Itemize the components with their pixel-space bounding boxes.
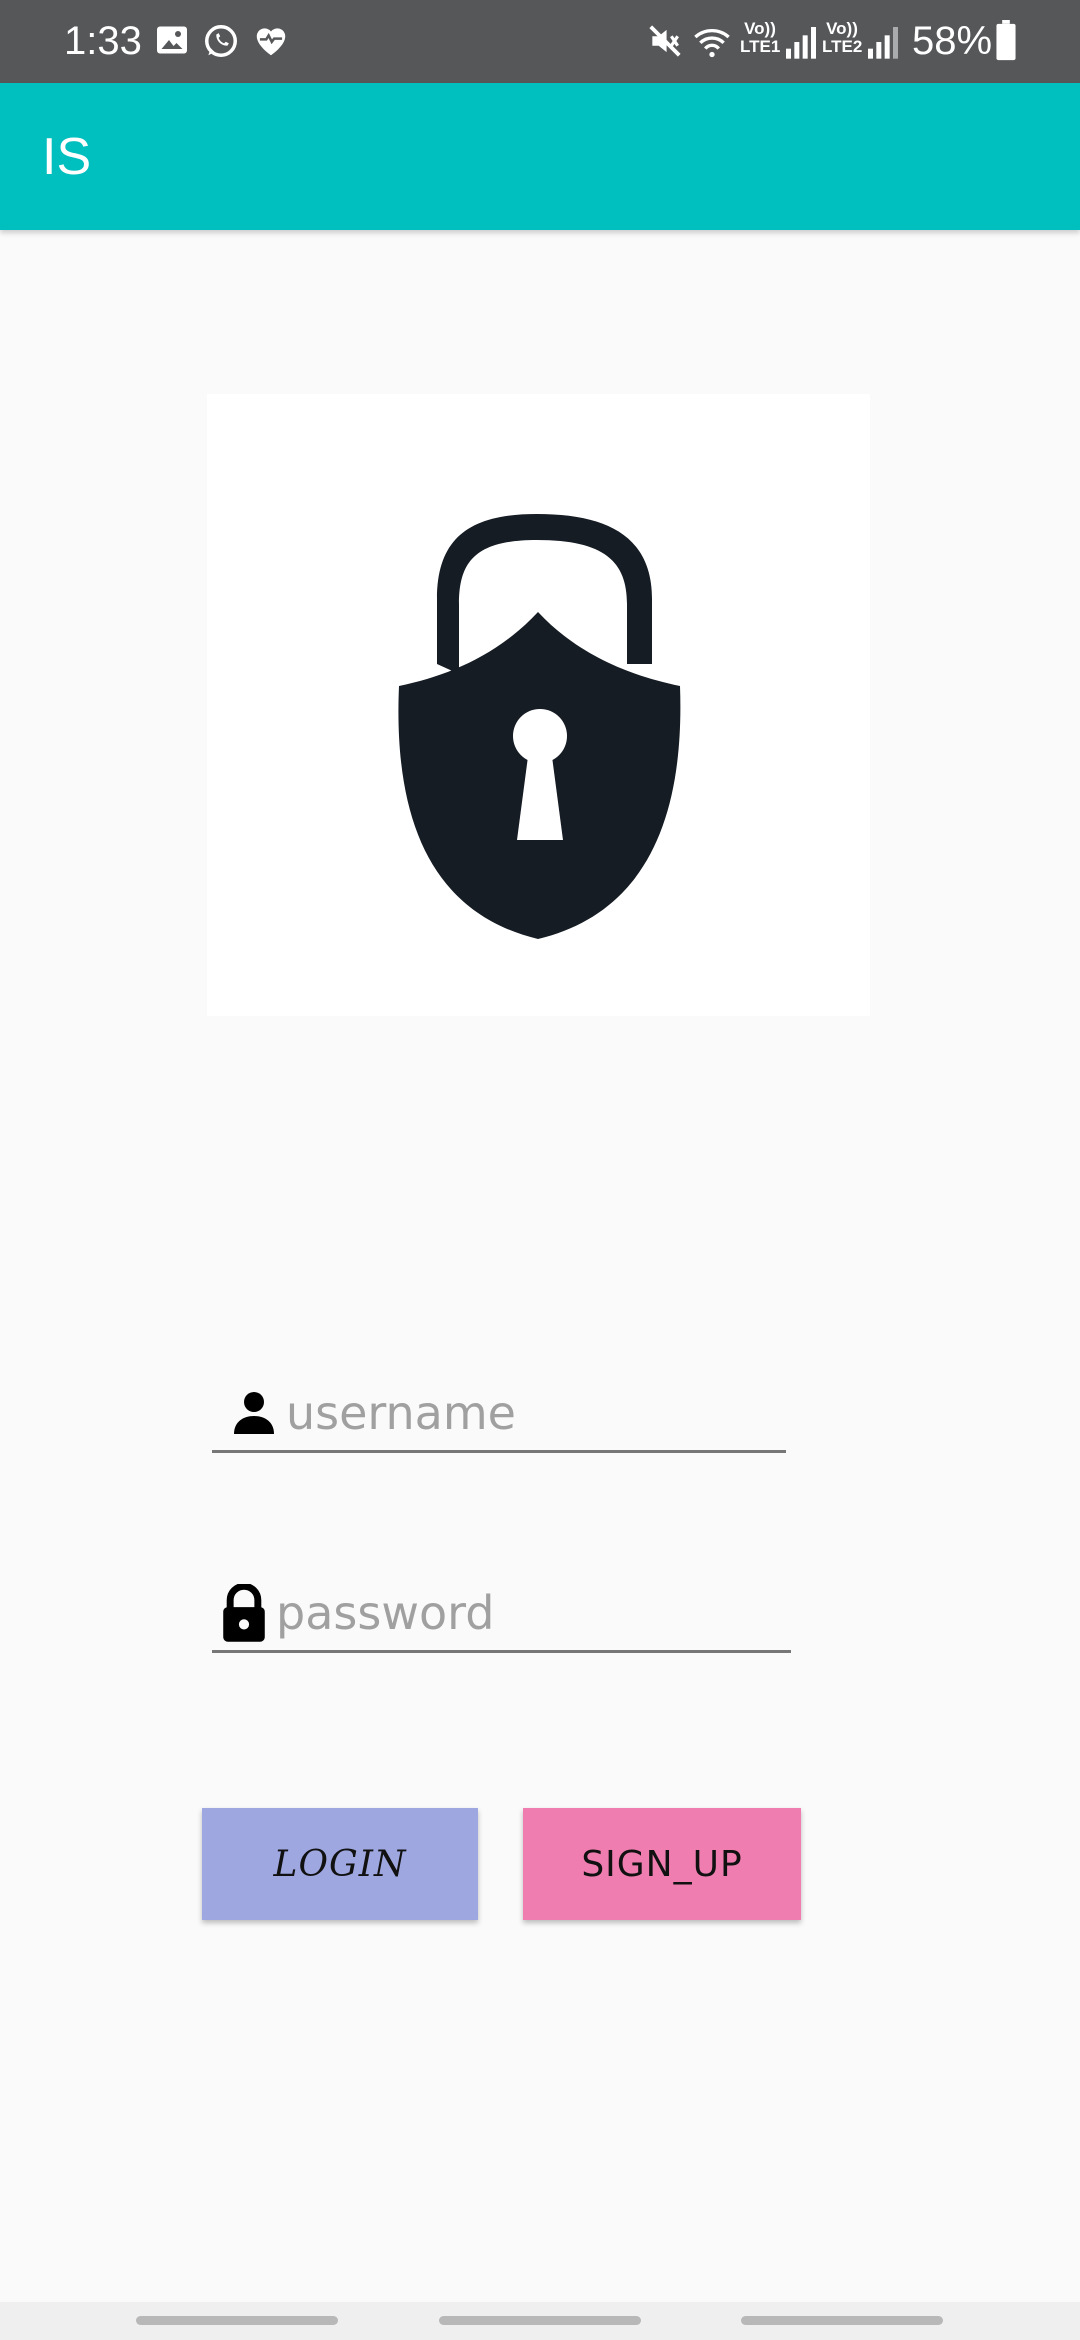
signal-icon (784, 22, 824, 62)
login-button[interactable]: LOGIN (202, 1808, 478, 1920)
health-icon (252, 22, 292, 62)
password-field-container (212, 1580, 791, 1653)
back-button[interactable] (741, 2316, 943, 2325)
wifi-icon (692, 22, 732, 62)
sim1-volte-label: Vo)) (744, 19, 776, 38)
mute-icon (646, 22, 686, 62)
app-bar: IS (0, 83, 1080, 230)
password-input[interactable] (276, 1580, 786, 1646)
status-time: 1:33 (64, 19, 142, 63)
sign-up-button[interactable]: SIGN_UP (523, 1808, 801, 1920)
status-bar: 1:33 Vo)) LTE1 Vo)) LTE2 58% (0, 0, 1080, 83)
home-button[interactable] (439, 2316, 641, 2325)
username-field-container (212, 1380, 786, 1453)
app-title: IS (42, 128, 92, 186)
shield-padlock-icon (398, 514, 681, 939)
sim2-volte-label: Vo)) (826, 19, 858, 38)
battery-percent: 58% (912, 19, 993, 63)
recent-apps-button[interactable] (136, 2316, 338, 2325)
gallery-icon (154, 22, 194, 62)
signal-icon (866, 22, 906, 62)
sim1-lte-label: LTE1 (740, 37, 781, 56)
battery-icon (994, 20, 1034, 61)
person-icon (230, 1388, 278, 1441)
sim2-lte-label: LTE2 (822, 37, 863, 56)
username-input[interactable] (286, 1380, 782, 1446)
whatsapp-icon (202, 22, 242, 62)
logo-card (207, 394, 870, 1016)
lock-icon (220, 1582, 268, 1649)
navigation-bar (0, 2302, 1080, 2340)
